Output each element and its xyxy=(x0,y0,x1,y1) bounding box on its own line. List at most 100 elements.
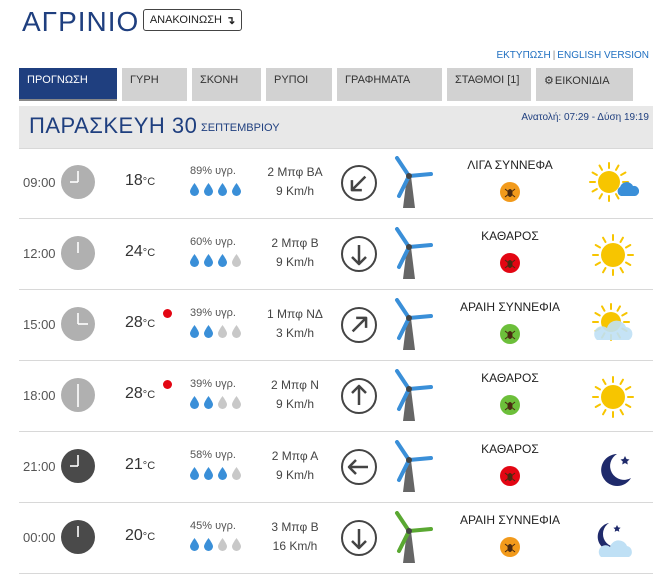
print-link[interactable]: ΕΚΤΥΠΩΣΗ xyxy=(496,50,550,61)
tab-label: ΣΚΟΝΗ xyxy=(200,74,239,86)
mosquito-badge-icon xyxy=(499,394,521,416)
wind-speed: 9 Km/h xyxy=(275,397,314,411)
weather-condition: ΑΡΑΙΗ ΣΥΝΝΕΦΙΑ xyxy=(459,300,561,314)
wind-speed: 16 Km/h xyxy=(272,539,318,553)
arrow-northeast-icon xyxy=(340,306,378,344)
humidity-drops xyxy=(189,253,242,267)
wind-speed: 3 Km/h xyxy=(275,326,314,340)
day-header: ΠΑΡΑΣΚΕΥΗ 30 ΣΕΠΤΕΜΒΡΙΟΥ Ανατολή: 07:29 … xyxy=(19,106,653,148)
wind-speed: 9 Km/h xyxy=(275,255,314,269)
water-drop-icon xyxy=(218,396,227,409)
wind-turbine-icon xyxy=(387,511,435,565)
weather-condition: ΚΑΘΑΡΟΣ xyxy=(481,442,539,456)
tab-label: ΠΡΟΓΝΩΣΗ xyxy=(27,74,88,86)
wind-speed: 9 Km/h xyxy=(275,184,314,198)
temperature: 18°C xyxy=(125,172,155,190)
sun-cloud-icon xyxy=(587,158,640,210)
forecast-time: 00:00 xyxy=(23,530,56,545)
water-drop-icon xyxy=(232,183,241,196)
temperature-unit: °C xyxy=(142,460,156,472)
clock-icon xyxy=(60,519,96,555)
announcement-button[interactable]: ΑΝΑΚΟΙΝΩΣΗ ↴ xyxy=(143,9,242,31)
temperature-unit: °C xyxy=(142,318,156,330)
temperature-unit: °C xyxy=(142,176,156,188)
sun-icon xyxy=(587,371,639,423)
mosquito-badge-icon xyxy=(499,181,521,203)
weather-condition: ΛΙΓΑ ΣΥΝΝΕΦΑ xyxy=(467,158,553,172)
water-drop-icon xyxy=(218,538,227,551)
weather-condition: ΚΑΘΑΡΟΣ xyxy=(481,229,539,243)
weather-condition: ΚΑΘΑΡΟΣ xyxy=(481,371,539,385)
clock-icon xyxy=(60,448,96,484)
tab-dust[interactable]: ΣΚΟΝΗ xyxy=(192,68,261,101)
wind-beaufort: 3 Μπφ Β xyxy=(271,520,319,534)
forecast-time: 12:00 xyxy=(23,246,56,261)
mosquito-badge-icon xyxy=(499,536,521,558)
temperature: 28°C xyxy=(125,385,155,403)
water-drop-icon xyxy=(190,538,199,551)
arrow-left-icon xyxy=(340,448,378,486)
wind-beaufort: 2 Μπφ Α xyxy=(271,449,319,463)
sunrise-sunset: Ανατολή: 07:29 - Δύση 19:19 xyxy=(521,112,649,123)
water-drop-icon xyxy=(190,467,199,480)
tab-stations[interactable]: ΣΤΑΘΜΟΙ [1] xyxy=(447,68,531,101)
gear-icon: ⚙ xyxy=(544,75,554,87)
sun-icon xyxy=(587,229,639,281)
moon-cloud-icon xyxy=(587,513,639,565)
water-drop-icon xyxy=(190,254,199,267)
water-drop-icon xyxy=(232,254,241,267)
tab-forecast[interactable]: ΠΡΟΓΝΩΣΗ xyxy=(19,68,117,101)
temperature: 21°C xyxy=(125,456,155,474)
forecast-time: 21:00 xyxy=(23,459,56,474)
tab-pollen[interactable]: ΓΥΡΗ xyxy=(122,68,187,101)
temperature: 20°C xyxy=(125,527,155,545)
temperature-unit: °C xyxy=(142,389,156,401)
mosquito-badge-icon xyxy=(499,323,521,345)
water-drop-icon xyxy=(232,538,241,551)
arrow-up-icon xyxy=(340,377,378,415)
wind-turbine-icon xyxy=(387,298,435,352)
temperature-value: 28 xyxy=(125,314,143,331)
water-drop-icon xyxy=(190,325,199,338)
water-drop-icon xyxy=(218,183,227,196)
arrow-down-icon: ↴ xyxy=(225,14,236,27)
top-links: ΕΚΤΥΠΩΣΗ | ENGLISH VERSION xyxy=(496,50,649,61)
humidity-label: 58% υγρ. xyxy=(190,449,236,461)
clock-icon xyxy=(60,306,96,342)
announcement-label: ΑΝΑΚΟΙΝΩΣΗ xyxy=(149,14,222,26)
tab-label: ΣΤΑΘΜΟΙ [1] xyxy=(455,74,520,86)
tab-widgets[interactable]: ⚙ΕΙΚΟΝΙΔΙΑ xyxy=(536,68,633,101)
wind-beaufort: 2 Μπφ ΒΑ xyxy=(267,165,323,179)
tab-label: ΓΥΡΗ xyxy=(130,74,159,86)
clock-icon xyxy=(60,164,96,200)
forecast-time: 18:00 xyxy=(23,388,56,403)
humidity-label: 60% υγρ. xyxy=(190,236,236,248)
water-drop-icon xyxy=(218,467,227,480)
sun-behind-cloud-icon xyxy=(587,300,639,352)
temperature-value: 20 xyxy=(125,527,143,544)
water-drop-icon xyxy=(204,254,213,267)
water-drop-icon xyxy=(232,325,241,338)
temperature-unit: °C xyxy=(142,531,156,543)
tab-pollutants[interactable]: ΡΥΠΟΙ xyxy=(266,68,332,101)
day-month: ΣΕΠΤΕΜΒΡΙΟΥ xyxy=(201,122,280,134)
link-separator: | xyxy=(552,50,556,61)
humidity-label: 45% υγρ. xyxy=(190,520,236,532)
tab-charts[interactable]: ΓΡΑΦΗΜΑΤΑ xyxy=(337,68,442,101)
forecast-time: 09:00 xyxy=(23,175,56,190)
water-drop-icon xyxy=(232,396,241,409)
temperature-value: 28 xyxy=(125,385,143,402)
arrow-down-icon xyxy=(340,519,378,557)
wind-speed: 9 Km/h xyxy=(275,468,314,482)
english-version-link[interactable]: ENGLISH VERSION xyxy=(557,50,649,61)
heat-warning-dot xyxy=(163,380,172,389)
arrow-down-icon xyxy=(340,235,378,273)
water-drop-icon xyxy=(190,396,199,409)
wind-turbine-icon xyxy=(387,369,435,423)
humidity-label: 39% υγρ. xyxy=(190,378,236,390)
temperature-value: 21 xyxy=(125,456,143,473)
humidity-drops xyxy=(189,537,242,551)
mosquito-badge-icon xyxy=(499,465,521,487)
wind-beaufort: 1 Μπφ ΝΔ xyxy=(267,307,323,321)
forecast-row: 15:00 28°C 39% υγρ. 1 Μπφ ΝΔ 3 Km/h ΑΡΑΙΗ ΣΥΝ… xyxy=(19,290,653,361)
